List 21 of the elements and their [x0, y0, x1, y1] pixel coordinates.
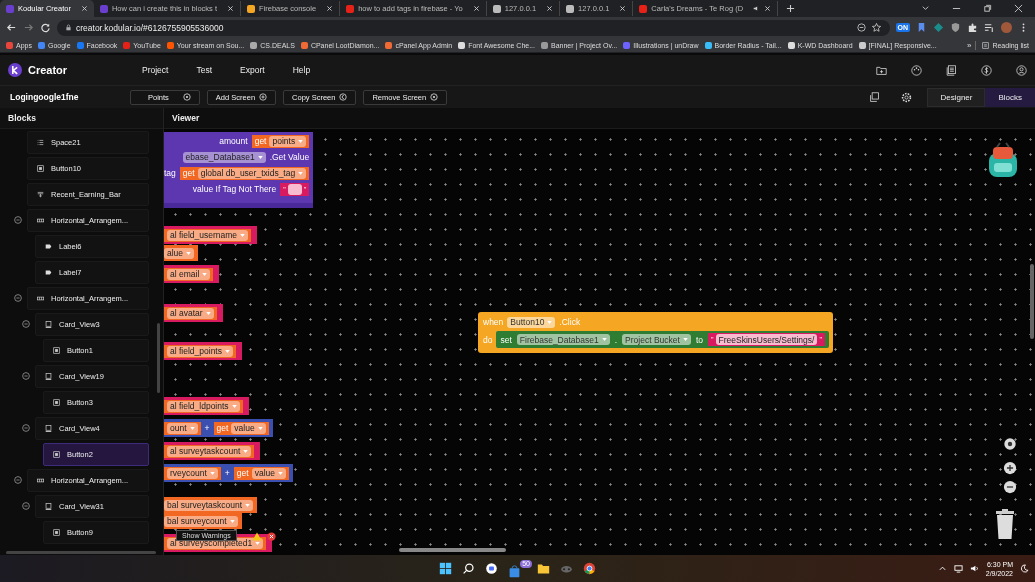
block-label: .Get Value — [269, 152, 310, 162]
block-label: . — [614, 334, 618, 345]
panel-title: Viewer — [164, 108, 1035, 129]
block-keyword: get — [254, 136, 267, 146]
block-label: to — [695, 334, 703, 345]
block-label: set — [500, 334, 512, 345]
block-keyword: get — [182, 168, 195, 178]
block-keyword: get — [216, 423, 229, 433]
project-name: Logingoogle1fne — [10, 92, 80, 102]
block-label: value If Tag Not There — [192, 184, 277, 194]
block-label: do — [483, 334, 493, 345]
block-label: + — [204, 423, 210, 433]
block-label: .Click — [559, 317, 581, 327]
panel-title: Blocks — [0, 108, 163, 129]
block-label: tag — [164, 168, 176, 178]
url-text: creator.kodular.io/#6126755905536000 — [76, 22, 224, 33]
block-label: when — [483, 317, 504, 327]
block-keyword: get — [236, 468, 249, 478]
block-label: + — [224, 468, 230, 478]
block-label: amount — [219, 136, 248, 146]
app-name: Creator — [28, 64, 68, 76]
